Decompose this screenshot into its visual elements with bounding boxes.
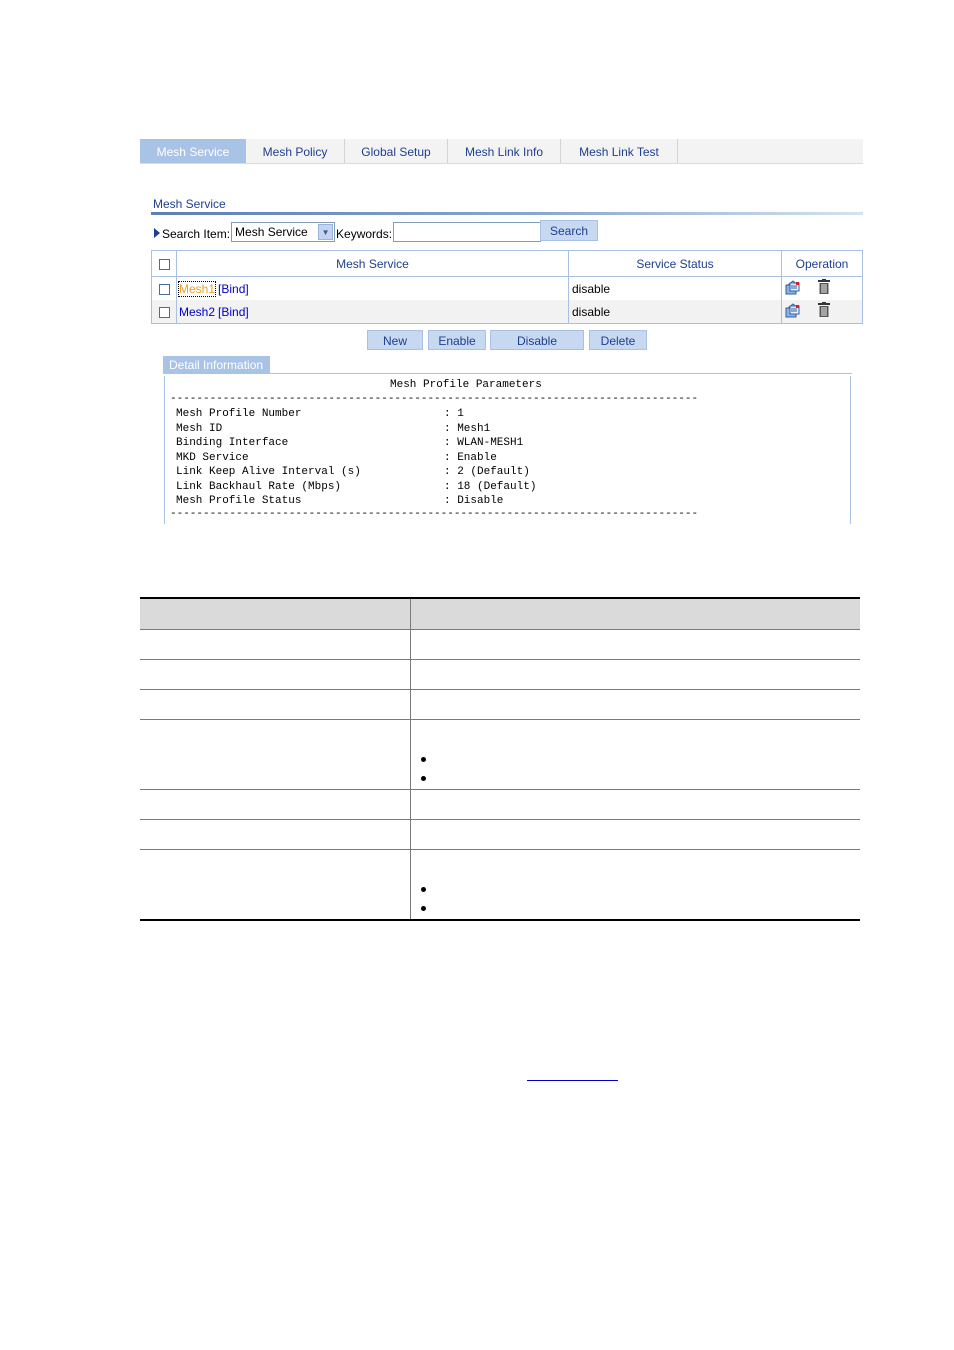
- tab-mesh-link-test[interactable]: Mesh Link Test: [561, 139, 678, 163]
- doc-table-row: [140, 849, 860, 921]
- param-value: : 18 (Default): [444, 480, 537, 493]
- tab-mesh-link-info[interactable]: Mesh Link Info: [448, 139, 561, 163]
- section-divider: [151, 212, 863, 215]
- param-name: Mesh Profile Status: [176, 495, 302, 507]
- detail-panel: Mesh Profile Parameters ----------------…: [164, 376, 851, 524]
- doc-table-header-cell: [410, 597, 860, 630]
- keywords-label: Keywords:: [336, 227, 393, 241]
- doc-table: [140, 597, 860, 921]
- param-value: : Disable: [444, 495, 504, 507]
- bullet-icon: [421, 776, 426, 781]
- doc-table-row: [140, 629, 860, 660]
- search-item-value: Mesh Service: [235, 225, 308, 239]
- param-name: Mesh ID: [176, 422, 223, 435]
- select-all-checkbox[interactable]: [158, 258, 170, 270]
- doc-table-row: [140, 719, 860, 790]
- param-value: : 2 (Default): [444, 466, 530, 478]
- param-value: : WLAN-MESH1: [444, 437, 524, 449]
- param-value: : 1: [444, 408, 464, 420]
- trash-icon[interactable]: [818, 279, 831, 298]
- mesh-service-cell: Mesh2 [Bind]: [176, 300, 569, 324]
- column-header-operation: Operation: [781, 250, 863, 277]
- doc-table-row: [140, 819, 860, 850]
- param-value: : Mesh1: [444, 422, 491, 435]
- mesh-service-link[interactable]: Mesh1: [177, 280, 217, 297]
- mesh-service-cell: Mesh1 [Bind]: [176, 276, 569, 300]
- bullet-icon: [421, 906, 426, 911]
- bullet-icon: [421, 887, 426, 892]
- edit-icon[interactable]: [785, 302, 801, 321]
- operation-cell: [782, 277, 863, 301]
- service-status: disable: [568, 300, 782, 324]
- bind-link[interactable]: [Bind]: [218, 282, 249, 296]
- column-header-service-status[interactable]: Service Status: [568, 250, 782, 277]
- param-name: Binding Interface: [176, 437, 289, 449]
- keywords-input[interactable]: [393, 222, 542, 242]
- trash-icon[interactable]: [818, 302, 831, 321]
- param-name: MKD Service: [176, 451, 249, 464]
- operation-cell: [781, 300, 863, 324]
- tab-global-setup[interactable]: Global Setup: [345, 139, 448, 163]
- tab-mesh-policy[interactable]: Mesh Policy: [246, 139, 345, 163]
- detail-divider: [163, 373, 852, 374]
- separator: ----------------------------------------…: [170, 393, 699, 405]
- table-row: Mesh2 [Bind] disable: [151, 300, 863, 324]
- param-name: Link Backhaul Rate (Mbps): [176, 480, 342, 493]
- doc-table-header-cell: [140, 597, 411, 630]
- doc-table-row: [140, 689, 860, 720]
- bind-link[interactable]: [Bind]: [218, 305, 249, 319]
- doc-table-row: [140, 659, 860, 690]
- disable-button[interactable]: Disable: [490, 330, 584, 350]
- param-name: Link Keep Alive Interval (s): [176, 466, 361, 478]
- search-item-select[interactable]: Mesh Service ▼: [231, 222, 336, 242]
- detail-title: Mesh Profile Parameters: [390, 379, 542, 391]
- table-row: Mesh1 [Bind] disable: [151, 276, 863, 301]
- enable-button[interactable]: Enable: [428, 330, 486, 350]
- column-header-mesh-service[interactable]: Mesh Service: [176, 250, 569, 277]
- bullet-icon: [421, 757, 426, 762]
- detail-information-tab[interactable]: Detail Information: [163, 356, 270, 373]
- doc-table-row: [140, 789, 860, 820]
- separator: ----------------------------------------…: [170, 508, 699, 520]
- tab-bar: Mesh Service Mesh Policy Global Setup Me…: [140, 139, 863, 164]
- arrow-right-icon: [154, 227, 160, 238]
- delete-button[interactable]: Delete: [589, 330, 647, 350]
- mesh-service-link[interactable]: Mesh2: [179, 305, 215, 319]
- service-status: disable: [568, 276, 782, 300]
- chevron-down-icon[interactable]: ▼: [318, 224, 334, 240]
- param-name: Mesh Profile Number: [176, 408, 302, 420]
- search-row: Search Item: Mesh Service ▼ Keywords:: [154, 221, 542, 243]
- new-button[interactable]: New: [367, 330, 423, 350]
- search-button[interactable]: Search: [540, 220, 598, 241]
- section-title: Mesh Service: [153, 197, 226, 211]
- select-all-cell: [151, 250, 177, 277]
- row-checkbox[interactable]: [158, 283, 170, 295]
- tab-mesh-service[interactable]: Mesh Service: [140, 139, 246, 163]
- param-value: : Enable: [444, 451, 497, 464]
- search-item-label: Search Item:: [162, 227, 231, 241]
- edit-icon[interactable]: [785, 279, 801, 298]
- mesh-service-table: Mesh Service Service Status Operation Me…: [151, 250, 863, 324]
- row-checkbox[interactable]: [158, 306, 170, 318]
- cross-reference-link[interactable]: [527, 1080, 618, 1081]
